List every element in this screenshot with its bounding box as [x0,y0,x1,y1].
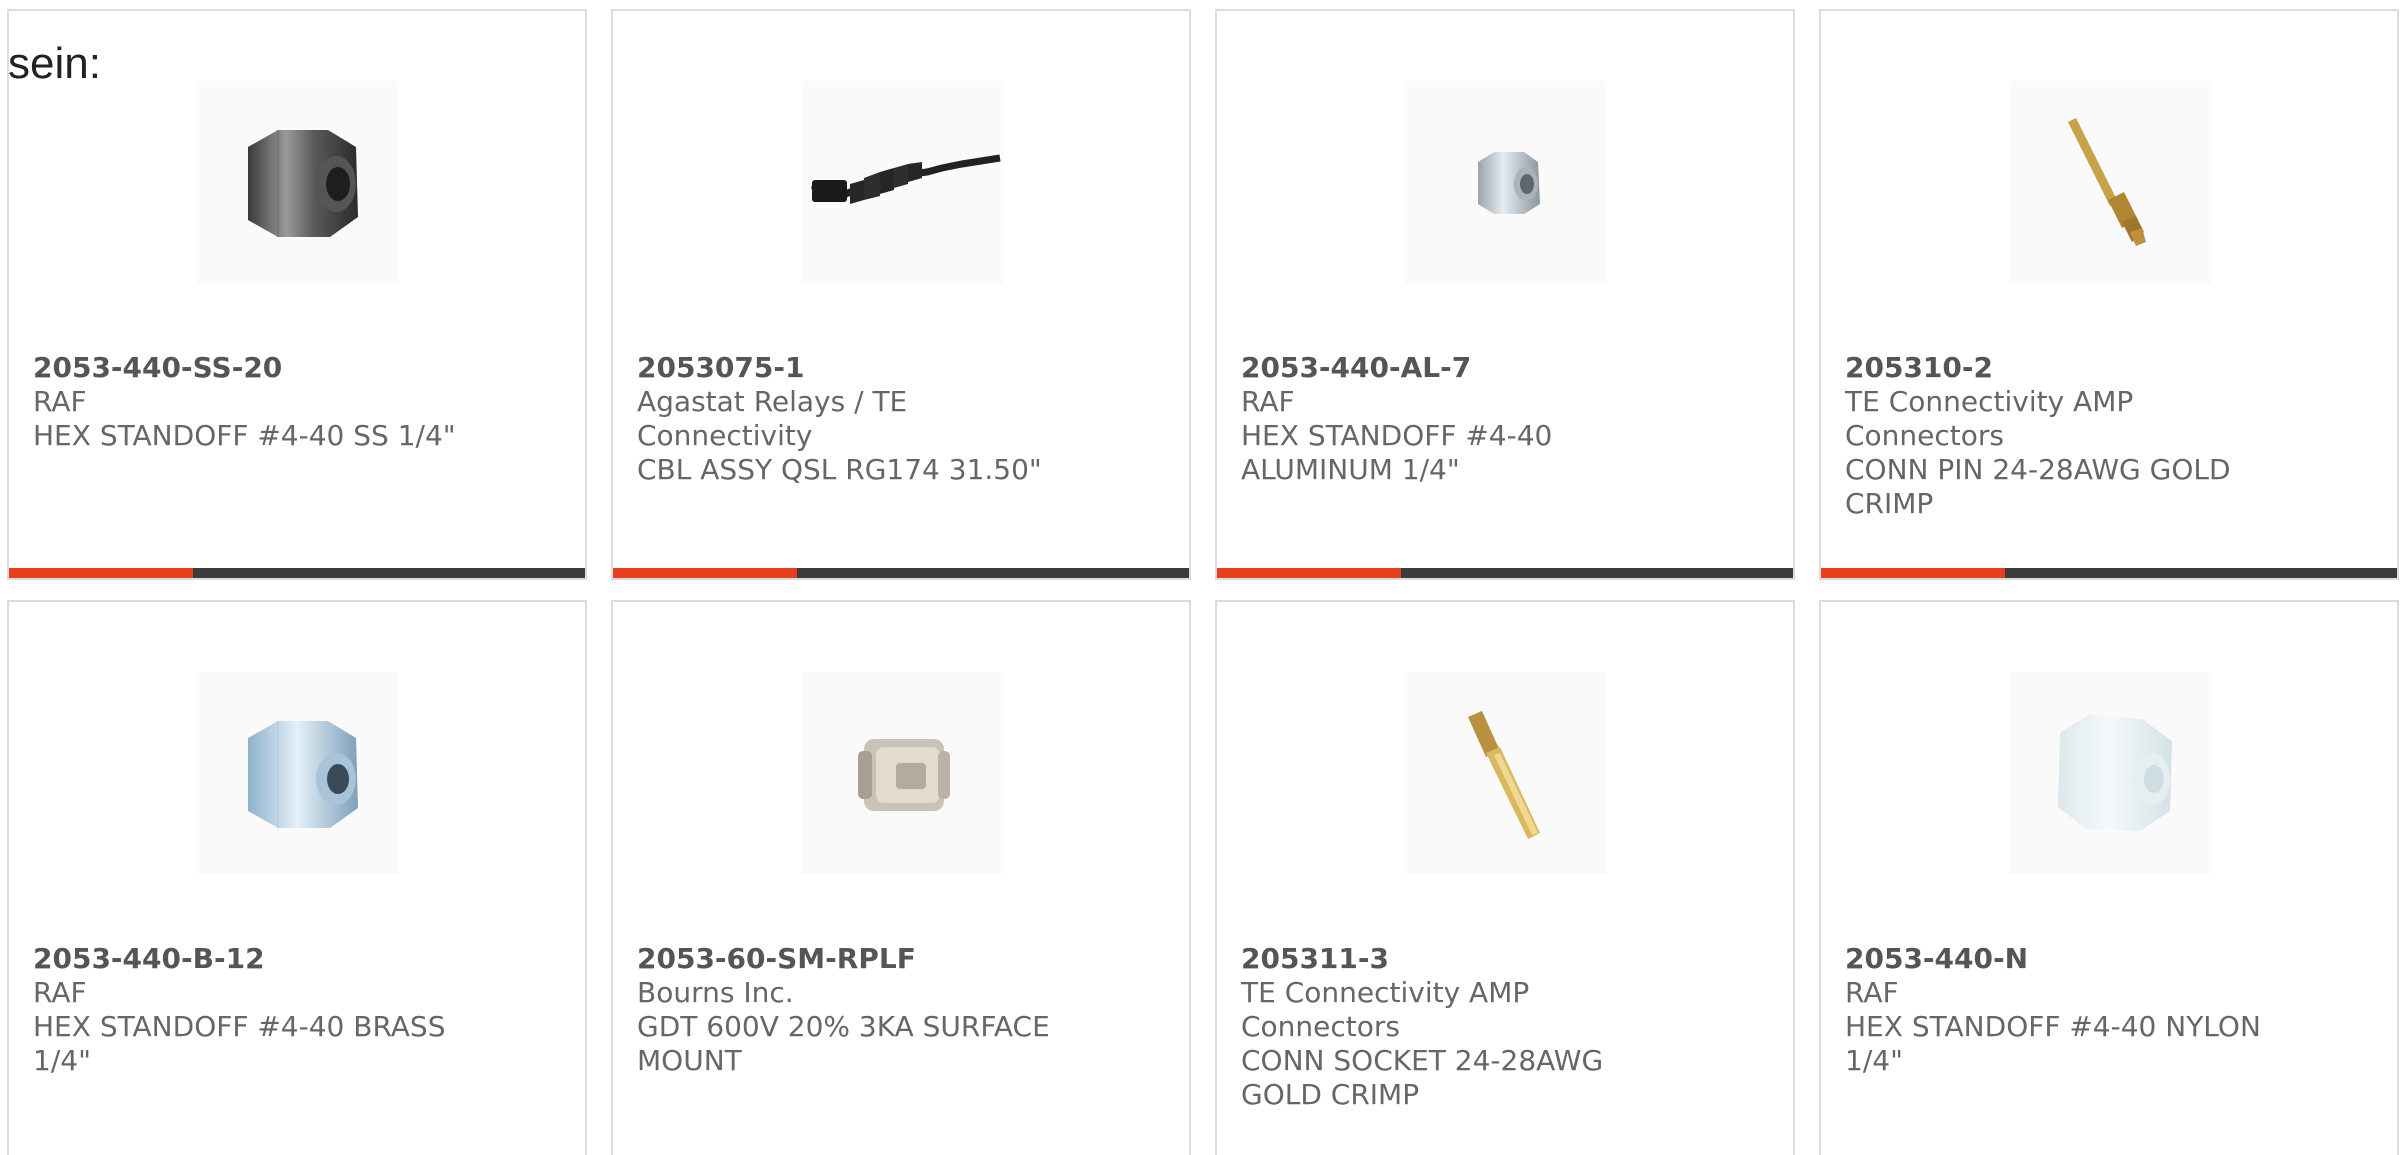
product-card[interactable]: 2053-440-AL-7 RAF HEX STANDOFF #4-40 ALU… [1215,9,1795,580]
product-info: 2053-440-B-12 RAF HEX STANDOFF #4-40 BRA… [33,942,473,1078]
part-number[interactable]: 2053075-1 [637,351,1077,385]
product-info: 205311-3 TE Connectivity AMP Connectors … [1241,942,1681,1112]
card-accent-fill [9,568,194,578]
crimp-pin-icon[interactable] [2009,81,2211,283]
product-info: 2053-60-SM-RPLF Bourns Inc. GDT 600V 20%… [637,942,1077,1078]
description: HEX STANDOFF #4-40 NYLON 1/4" [1845,1010,2261,1077]
description: CONN PIN 24-28AWG GOLD CRIMP [1845,453,2231,520]
product-card[interactable]: 2053075-1 Agastat Relays / TE Connectivi… [611,9,1191,580]
part-number[interactable]: 2053-440-N [1845,942,2285,976]
part-number[interactable]: 2053-440-B-12 [33,942,473,976]
manufacturer: RAF [33,385,87,418]
part-number[interactable]: 2053-440-SS-20 [33,351,473,385]
product-card[interactable]: 2053-440-SS-20 RAF HEX STANDOFF #4-40 SS… [7,9,587,580]
gas-discharge-tube-icon[interactable] [801,672,1003,874]
manufacturer: Bourns Inc. [637,976,794,1009]
card-accent-fill [613,568,798,578]
cable-assembly-icon[interactable] [801,81,1003,283]
product-info: 205310-2 TE Connectivity AMP Connectors … [1845,351,2285,521]
product-card[interactable]: 2053-440-N RAF HEX STANDOFF #4-40 NYLON … [1819,600,2399,1155]
manufacturer: RAF [1845,976,1899,1009]
product-card[interactable]: 205311-3 TE Connectivity AMP Connectors … [1215,600,1795,1155]
product-info: 2053-440-AL-7 RAF HEX STANDOFF #4-40 ALU… [1241,351,1681,487]
hex-standoff-aluminum-icon[interactable] [1405,81,1607,283]
description: HEX STANDOFF #4-40 SS 1/4" [33,419,456,452]
card-accent-fill [1821,568,2006,578]
card-accent-fill [1217,568,1402,578]
product-grid: 2053-440-SS-20 RAF HEX STANDOFF #4-40 SS… [0,0,2400,1155]
hex-standoff-brass-icon[interactable] [197,672,399,874]
card-accent-bar [1217,568,1793,578]
manufacturer: Agastat Relays / TE Connectivity [637,385,908,452]
intro-text: sein: [8,39,101,88]
hex-standoff-steel-icon[interactable] [197,81,399,283]
description: HEX STANDOFF #4-40 BRASS 1/4" [33,1010,446,1077]
description: CONN SOCKET 24-28AWG GOLD CRIMP [1241,1044,1604,1111]
product-card[interactable]: 2053-440-B-12 RAF HEX STANDOFF #4-40 BRA… [7,600,587,1155]
product-info: 2053-440-N RAF HEX STANDOFF #4-40 NYLON … [1845,942,2285,1078]
card-accent-bar [1821,568,2397,578]
manufacturer: RAF [1241,385,1295,418]
crimp-socket-icon[interactable] [1405,672,1607,874]
manufacturer: TE Connectivity AMP Connectors [1241,976,1530,1043]
hex-standoff-nylon-icon[interactable] [2009,672,2211,874]
description: GDT 600V 20% 3KA SURFACE MOUNT [637,1010,1050,1077]
product-card[interactable]: 2053-60-SM-RPLF Bourns Inc. GDT 600V 20%… [611,600,1191,1155]
part-number[interactable]: 2053-440-AL-7 [1241,351,1681,385]
product-info: 2053075-1 Agastat Relays / TE Connectivi… [637,351,1077,487]
manufacturer: RAF [33,976,87,1009]
manufacturer: TE Connectivity AMP Connectors [1845,385,2134,452]
part-number[interactable]: 2053-60-SM-RPLF [637,942,1077,976]
product-info: 2053-440-SS-20 RAF HEX STANDOFF #4-40 SS… [33,351,473,453]
product-card[interactable]: 205310-2 TE Connectivity AMP Connectors … [1819,9,2399,580]
card-accent-bar [9,568,585,578]
description: CBL ASSY QSL RG174 31.50" [637,453,1042,486]
card-accent-bar [613,568,1189,578]
part-number[interactable]: 205311-3 [1241,942,1681,976]
part-number[interactable]: 205310-2 [1845,351,2285,385]
description: HEX STANDOFF #4-40 ALUMINUM 1/4" [1241,419,1553,486]
page: sein: 2053-440-SS-20 RAF HEX STANDOFF #4… [0,0,2400,1155]
